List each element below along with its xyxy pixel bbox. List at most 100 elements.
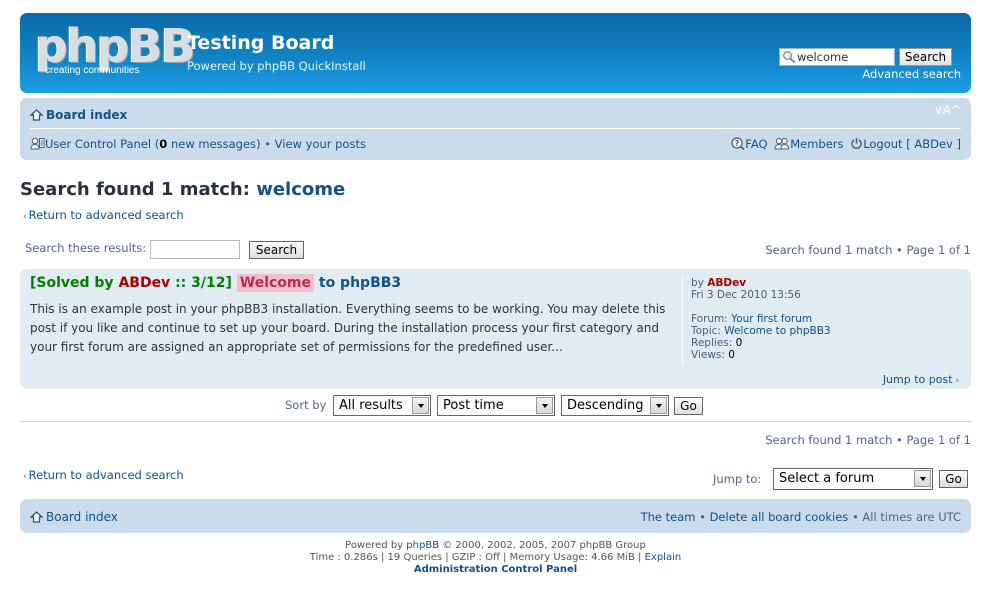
dropdown-arrow-icon [412, 397, 429, 414]
new-messages-link[interactable]: new messages [171, 137, 256, 151]
return-link-text[interactable]: Return to advanced search [29, 468, 184, 482]
power-icon [851, 138, 862, 149]
footer-board-index-link[interactable]: Board index [46, 510, 118, 524]
dropdown-arrow-icon [536, 397, 553, 414]
pagination-top: Search found 1 match • Page 1 of 1 [765, 243, 971, 257]
search-button[interactable]: Search [899, 48, 952, 66]
sort-display-value: All results [339, 398, 403, 413]
search-keyword-link[interactable]: welcome [256, 179, 345, 200]
views-count: 0 [728, 349, 735, 361]
admin-control-panel-link[interactable]: Administration Control Panel [414, 564, 577, 575]
navbar: Board index ∨A^ User Control Panel (0 ne… [20, 98, 971, 160]
bullet-separator: • [699, 510, 706, 524]
user-control-panel-icon [30, 137, 45, 150]
search-within-input[interactable] [150, 240, 240, 259]
timezone-text: All times are UTC [862, 510, 961, 524]
chevron-left-icon: ‹ [23, 212, 27, 222]
header-right-links: ? FAQ Members Logout [ ABDev ] [728, 137, 961, 151]
return-link-text[interactable]: Return to advanced search [29, 208, 184, 222]
logo-tagline: creating communities [45, 65, 140, 76]
result-excerpt: This is an example post in your phpBB3 i… [30, 302, 666, 354]
powered-prefix: Powered by [345, 540, 404, 551]
the-team-link[interactable]: The team [641, 510, 696, 524]
new-messages-count[interactable]: 0 [159, 137, 167, 151]
site-description: Powered by phpBB QuickInstall [187, 59, 366, 73]
solved-prefix: [Solved by [30, 275, 114, 291]
powered-suffix: © 2000, 2002, 2005, 2007 phpBB Group [442, 540, 646, 551]
board-index-link[interactable]: Board index [46, 108, 127, 122]
highlighted-keyword[interactable]: Welcome [236, 274, 314, 292]
ucp-link[interactable]: User Control Panel [45, 137, 151, 151]
search-field[interactable] [779, 48, 895, 66]
jump-to-label: Jump to: [713, 472, 762, 486]
forum-link[interactable]: Your first forum [731, 313, 812, 325]
members-item[interactable]: Members [774, 137, 847, 151]
topic-link[interactable]: Welcome to phpBB3 [724, 325, 830, 337]
faq-item[interactable]: ? FAQ [731, 137, 771, 151]
home-icon [29, 511, 44, 523]
phpbb-link[interactable]: phpBB [406, 540, 439, 551]
jump-forum-select[interactable]: Select a forum [773, 468, 933, 490]
phpbb-logo[interactable]: phpBB creating communities [35, 19, 196, 79]
jump-go-button[interactable]: Go [939, 470, 968, 488]
result-meta: by ABDev Fri 3 Dec 2010 13:56 Forum: You… [682, 277, 831, 365]
messages-close: ) [256, 137, 261, 151]
sort-direction-select[interactable]: Descending [561, 395, 669, 416]
sort-display-select[interactable]: All results [333, 395, 431, 416]
advanced-search-link[interactable]: Advanced search [862, 67, 961, 81]
debug-info: Time : 0.286s | 19 Queries | GZIP : Off … [309, 552, 642, 563]
delete-cookies-link[interactable]: Delete all board cookies [710, 510, 849, 524]
sort-key-value: Post time [443, 398, 504, 413]
sort-go-button[interactable]: Go [674, 397, 703, 415]
author-link[interactable]: ABDev [707, 277, 746, 289]
dropdown-arrow-icon [914, 470, 931, 487]
chevron-left-icon: ‹ [23, 472, 27, 482]
home-icon [29, 109, 44, 121]
jump-forum-value: Select a forum [779, 471, 875, 486]
jump-to-post[interactable]: Jump to post › [883, 373, 959, 386]
search-result: [Solved by ABDev :: 3/12] Welcome to php… [20, 269, 971, 389]
search-input[interactable] [797, 49, 893, 65]
view-your-posts-link[interactable]: View your posts [275, 137, 366, 151]
jumpbox: Jump to: Select a forum Go [711, 468, 971, 490]
bullet-separator: • [264, 137, 272, 151]
user-links: User Control Panel (0 new messages) • Vi… [30, 137, 366, 151]
topic-label: Topic: [691, 325, 721, 337]
font-size-control[interactable]: ∨A^ [934, 103, 961, 117]
bullet-separator: • [851, 510, 859, 524]
faq-link[interactable]: FAQ [745, 137, 767, 151]
sort-label: Sort by [285, 398, 327, 412]
views-label: Views: [691, 349, 725, 361]
breadcrumb: Board index [29, 108, 127, 122]
members-icon [774, 137, 790, 150]
copyright: Powered by phpBB © 2000, 2002, 2005, 200… [0, 540, 991, 576]
footer-breadcrumb: Board index [29, 510, 118, 524]
explain-link[interactable]: Explain [645, 552, 682, 563]
chevron-right-icon: › [952, 376, 959, 386]
logout-item[interactable]: Logout [ ABDev ] [850, 137, 961, 151]
dropdown-arrow-icon [650, 397, 667, 414]
by-label: by [691, 277, 704, 289]
page-title-prefix: Search found 1 match: [20, 179, 250, 200]
logout-link[interactable]: Logout [ ABDev ] [863, 137, 961, 151]
sort-key-select[interactable]: Post time [437, 395, 555, 416]
footer-navbar: Board index The team • Delete all board … [20, 499, 971, 533]
return-to-advanced-search-bottom[interactable]: ‹ Return to advanced search [23, 468, 184, 482]
search-within-results: Search these results: Search [25, 240, 304, 259]
divider [20, 421, 971, 422]
search-icon [783, 51, 796, 64]
footer-links: The team • Delete all board cookies • Al… [641, 510, 961, 524]
replies-label: Replies: [691, 337, 733, 349]
svg-text:?: ? [735, 139, 740, 148]
return-to-advanced-search-top[interactable]: ‹ Return to advanced search [23, 208, 184, 222]
result-title-link[interactable]: to phpBB3 [319, 275, 401, 291]
solver-name[interactable]: ABDev [118, 275, 170, 291]
navbar-divider [30, 128, 961, 129]
search-within-button[interactable]: Search [249, 241, 304, 259]
solved-suffix: :: 3/12] [175, 275, 232, 291]
sort-direction-value: Descending [567, 398, 644, 413]
site-title: Testing Board [187, 32, 335, 54]
result-title[interactable]: [Solved by ABDev :: 3/12] Welcome to php… [30, 274, 401, 292]
jump-to-post-link[interactable]: Jump to post [883, 373, 953, 386]
members-link[interactable]: Members [790, 137, 843, 151]
